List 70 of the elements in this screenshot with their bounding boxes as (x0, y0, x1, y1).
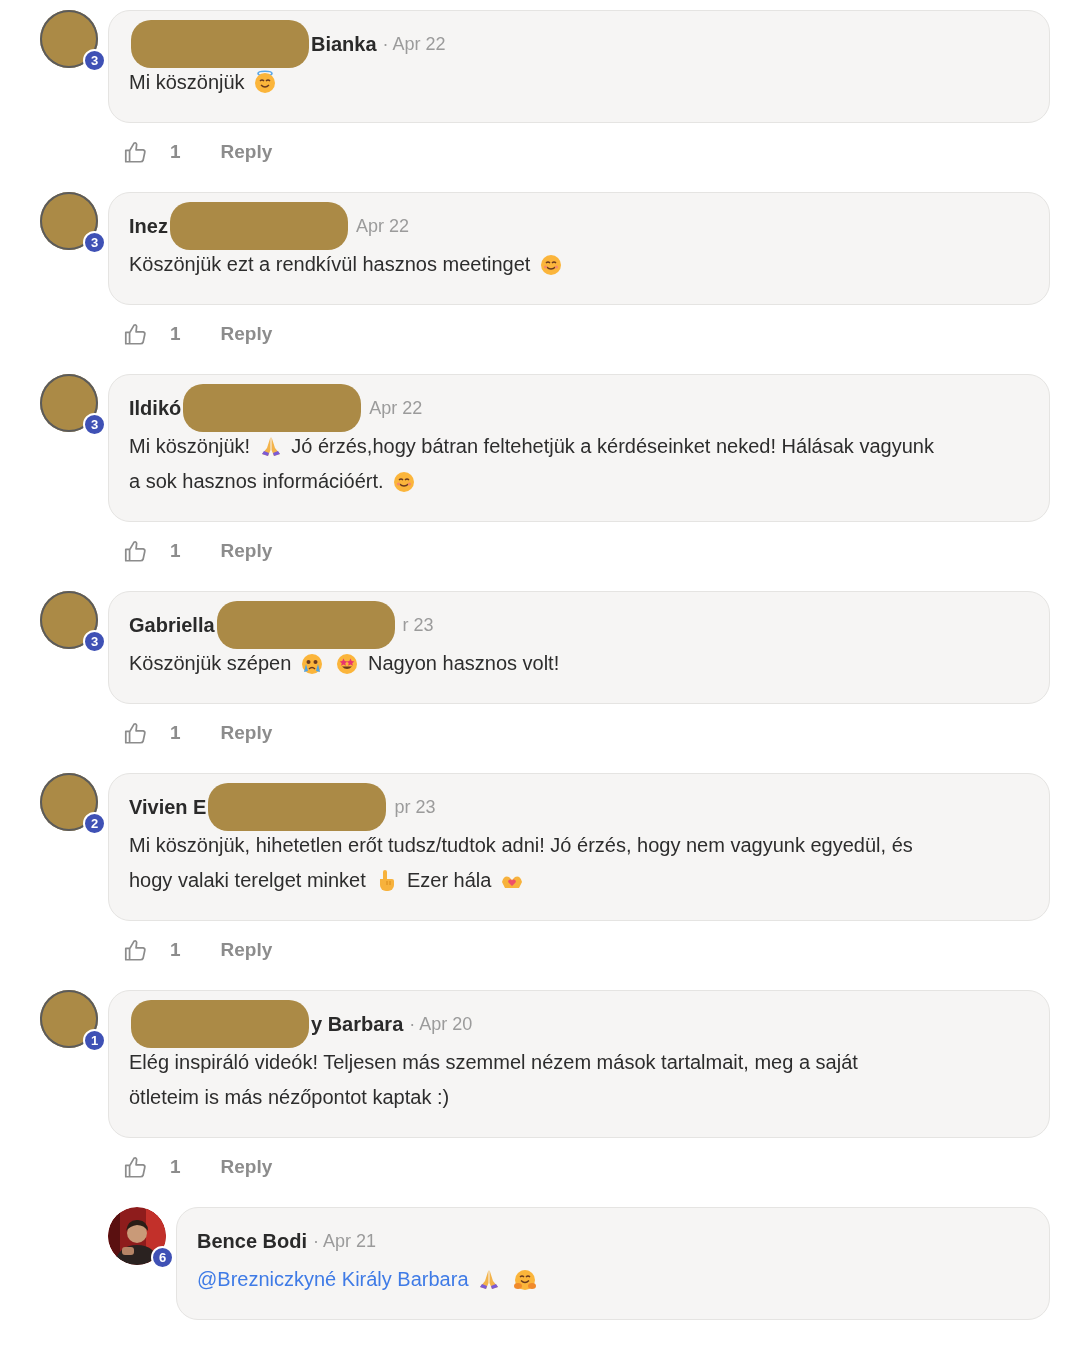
comment-text: Mi köszönjük (129, 71, 245, 93)
level-badge: 2 (83, 812, 106, 835)
like-count: 1 (170, 538, 181, 563)
thumbs-up-icon (122, 139, 148, 165)
like-count: 1 (170, 937, 181, 962)
level-badge: 1 (83, 1029, 106, 1052)
comment-date: r 23 (402, 613, 434, 637)
thumbs-up-icon (122, 937, 148, 963)
comment-text: hogy valaki terelget minket (129, 869, 366, 891)
like-button[interactable] (122, 937, 148, 963)
redaction-mark (40, 192, 98, 250)
redaction-mark (40, 990, 98, 1048)
mention-link[interactable]: @Brezniczkyné Király Barbara (197, 1268, 469, 1290)
redaction-mark (40, 773, 98, 831)
author-name: Bence Bodi (197, 1229, 308, 1254)
comment-text: Jó érzés,hogy bátran feltehetjük a kérdéseinket neked! Hálásak vagyunk (291, 435, 934, 457)
comment-date: · Apr 21 (313, 1229, 377, 1253)
comment-text: Mi köszönjük! (129, 435, 251, 457)
crying-face-icon (299, 651, 324, 675)
like-button[interactable] (122, 720, 148, 746)
like-button[interactable] (122, 1154, 148, 1180)
like-button[interactable] (122, 139, 148, 165)
level-badge: 3 (83, 49, 106, 72)
level-badge: 3 (83, 231, 106, 254)
comment-text: Mi köszönjük, hihetetlen erőt tudsz/tudtok adni! Jó érzés, hogy nem vagyunk egyedül, és (129, 834, 913, 856)
reply-button[interactable]: Reply (220, 137, 273, 167)
thumbs-up-icon (122, 321, 148, 347)
redaction-mark (40, 591, 98, 649)
author-name: Gabriella (129, 613, 215, 638)
author-name: Bianka (311, 32, 377, 57)
hugging-face-icon (512, 1267, 537, 1291)
comment-text: Köszönjük ezt a rendkívül hasznos meetinget (129, 253, 531, 275)
like-button[interactable] (122, 538, 148, 564)
author-name: Inez (129, 214, 168, 239)
thumbs-up-icon (122, 1154, 148, 1180)
comment-date: · Apr 22 (382, 32, 446, 56)
comment-text: ötleteim is más nézőpontot kaptak :) (129, 1086, 450, 1108)
comment-date: · Apr 20 (409, 1012, 473, 1036)
author-name: Vivien E (129, 795, 207, 820)
comment-text: a sok hasznos információért. (129, 470, 384, 492)
level-badge: 6 (151, 1246, 174, 1269)
like-count: 1 (170, 1154, 181, 1179)
redaction-mark (40, 374, 98, 432)
author-name: Ildikó (129, 396, 182, 421)
star-eyes-face-icon (335, 651, 360, 675)
like-count: 1 (170, 720, 181, 745)
thumbs-up-icon (122, 538, 148, 564)
comment-text: Elég inspiráló videók! Teljesen más szemmel nézem mások tartalmait, meg a saját (129, 1051, 858, 1073)
comment-date: Apr 22 (369, 396, 423, 420)
like-button[interactable] (122, 321, 148, 347)
comment-text: Ezer hála (406, 869, 492, 891)
reply-button[interactable]: Reply (220, 319, 273, 349)
reply-button[interactable]: Reply (220, 935, 273, 965)
redaction-mark (40, 10, 98, 68)
halo-face-icon (253, 70, 278, 94)
comment-date: pr 23 (394, 795, 436, 819)
reply-button[interactable]: Reply (220, 718, 273, 748)
like-count: 1 (170, 321, 181, 346)
like-count: 1 (170, 139, 181, 164)
reply-button[interactable]: Reply (220, 536, 273, 566)
comment-date: Apr 22 (355, 214, 409, 238)
smiling-face-icon (538, 252, 563, 276)
author-name: y Barbara (311, 1012, 404, 1037)
comment-text: Köszönjük szépen (129, 652, 292, 674)
level-badge: 3 (83, 630, 106, 653)
thumbs-up-icon (122, 720, 148, 746)
reply-button[interactable]: Reply (220, 1152, 273, 1182)
smiling-face-icon (392, 469, 417, 493)
comment-text: Nagyon hasznos volt! (368, 652, 560, 674)
level-badge: 3 (83, 413, 106, 436)
